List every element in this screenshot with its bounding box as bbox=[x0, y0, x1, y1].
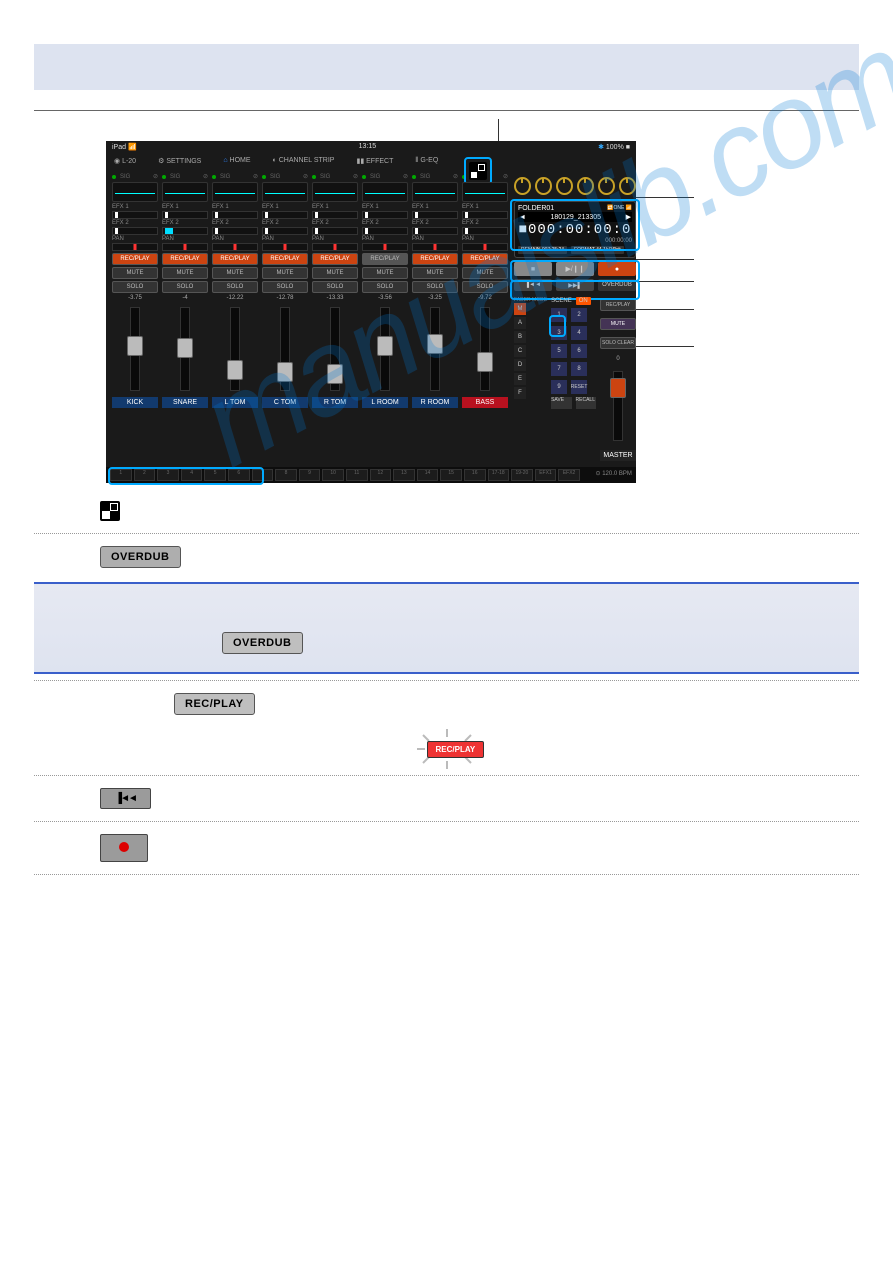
fadermode-m[interactable]: M bbox=[514, 303, 526, 315]
project-highlight bbox=[510, 199, 640, 251]
monitor-knob-b[interactable] bbox=[535, 177, 552, 195]
channel-4: SIG⊘ EFX 1 EFX 2 PAN REC/PLAY MUTE SOLO … bbox=[260, 171, 310, 465]
dotted-divider bbox=[34, 775, 859, 776]
pan[interactable] bbox=[112, 243, 158, 251]
status-bar: iPad 📶 13:15 ✱ 100% ■ bbox=[106, 141, 636, 153]
fadermode-c[interactable]: C bbox=[514, 345, 526, 357]
scene-5[interactable]: 5 bbox=[551, 344, 567, 358]
recplay-button-key: REC/PLAY bbox=[174, 693, 255, 715]
expand-icon bbox=[100, 501, 120, 521]
channel-6: SIG⊘ EFX 1 EFX 2 PAN REC/PLAY MUTE SOLO … bbox=[360, 171, 410, 465]
fadermode-buttons: M A B C D E F bbox=[514, 303, 547, 399]
section-divider bbox=[34, 110, 859, 111]
scene-9[interactable]: 9 bbox=[551, 380, 567, 394]
channel-7: SIG⊘ EFX 1 EFX 2 PAN REC/PLAY MUTE SOLO … bbox=[410, 171, 460, 465]
db-value: -3.75 bbox=[112, 295, 158, 301]
nav-effect[interactable]: ▮▮ EFFECT bbox=[356, 157, 393, 165]
bpm-label[interactable]: ⊙ 120.0 BPM bbox=[582, 469, 632, 481]
master-recplay[interactable]: REC/PLAY bbox=[600, 299, 636, 311]
monitor-knobs bbox=[514, 175, 636, 197]
callout-line bbox=[634, 197, 694, 198]
status-right: ✱ 100% ■ bbox=[598, 143, 630, 151]
monitor-knob-a[interactable] bbox=[514, 177, 531, 195]
master-soloclear[interactable]: SOLO CLEAR bbox=[600, 337, 636, 349]
monitor-knob-c[interactable] bbox=[556, 177, 573, 195]
fader[interactable] bbox=[177, 338, 193, 358]
navbar: ◉ L-20 ⚙ SETTINGS ⌂ HOME ◐ CHANNEL STRIP… bbox=[106, 153, 636, 169]
mute-button[interactable]: MUTE bbox=[112, 267, 158, 279]
scene-label: SCENE bbox=[551, 298, 572, 304]
fadermode-e[interactable]: E bbox=[514, 373, 526, 385]
screenshot-container: manualslib.com iPad 📶 13:15 ✱ 100% ■ ◉ L… bbox=[106, 141, 859, 483]
channel-5: SIG⊘ EFX 1 EFX 2 PAN REC/PLAY MUTE SOLO … bbox=[310, 171, 360, 465]
nav-channelstrip[interactable]: ◐ CHANNEL STRIP bbox=[273, 157, 335, 165]
top-note-bar bbox=[34, 44, 859, 90]
expand-button-highlight bbox=[464, 157, 492, 185]
recplay-button[interactable]: REC/PLAY bbox=[112, 253, 158, 265]
dotted-divider bbox=[34, 533, 859, 534]
fader[interactable] bbox=[427, 334, 443, 354]
recplay-flash-icon: REC/PLAY bbox=[413, 729, 481, 769]
master-db: 0 bbox=[600, 356, 636, 362]
scene-4[interactable]: 4 bbox=[571, 326, 587, 340]
channel-3: SIG⊘ EFX 1 EFX 2 PAN REC/PLAY MUTE SOLO … bbox=[210, 171, 260, 465]
channel-8: SIG⊘ EFX 1 EFX 2 PAN REC/PLAY MUTE SOLO … bbox=[460, 171, 510, 465]
monitor-knob-d[interactable] bbox=[577, 177, 594, 195]
dotted-divider bbox=[34, 680, 859, 681]
fadermode-d[interactable]: D bbox=[514, 359, 526, 371]
scene-highlight bbox=[549, 315, 566, 337]
callout-line bbox=[634, 346, 694, 347]
fader[interactable] bbox=[327, 364, 343, 384]
nav-home[interactable]: ⌂ HOME bbox=[223, 157, 250, 165]
channel-2: SIG⊘ EFX 1 EFX 2 PAN REC/PLAY MUTE SOLO … bbox=[160, 171, 210, 465]
nav-device[interactable]: ◉ L-20 bbox=[114, 157, 136, 165]
record-button-key bbox=[100, 834, 148, 862]
scene-8[interactable]: 8 bbox=[571, 362, 587, 376]
efx1-send[interactable] bbox=[112, 211, 158, 219]
scene-reset[interactable]: RESET bbox=[571, 380, 587, 394]
scene-6[interactable]: 6 bbox=[571, 344, 587, 358]
status-time: 13:15 bbox=[359, 143, 377, 151]
nav-settings[interactable]: ⚙ SETTINGS bbox=[158, 157, 201, 165]
overdub-button-key: OVERDUB bbox=[100, 546, 181, 568]
eq-button[interactable] bbox=[162, 182, 208, 202]
channel-label[interactable]: KICK bbox=[112, 397, 158, 408]
eq-button[interactable] bbox=[112, 182, 158, 202]
callout-line bbox=[634, 259, 694, 260]
monitor-knob-f[interactable] bbox=[619, 177, 636, 195]
fadermode-f[interactable]: F bbox=[514, 387, 526, 399]
dotted-divider bbox=[34, 821, 859, 822]
fader[interactable] bbox=[477, 352, 493, 372]
fader[interactable] bbox=[227, 360, 243, 380]
overdub-button-key: OVERDUB bbox=[222, 632, 303, 654]
note-box: OVERDUB bbox=[34, 582, 859, 674]
nav-geq[interactable]: ⦀ G-EQ bbox=[415, 157, 438, 165]
fader[interactable] bbox=[277, 362, 293, 382]
device-label: iPad 📶 bbox=[112, 143, 137, 151]
solo-button[interactable]: SOLO bbox=[112, 281, 158, 293]
scene-recall[interactable]: RECALL bbox=[576, 397, 596, 409]
rewind-button-key: ▐◄◄ bbox=[100, 788, 151, 809]
scene-save[interactable]: SAVE bbox=[551, 397, 571, 409]
channel-1: SIG⊘ EFX 1 EFX 2 PAN REC/PLAY MUTE SOLO … bbox=[110, 171, 160, 465]
fader[interactable] bbox=[127, 336, 143, 356]
master-mute[interactable]: MUTE bbox=[600, 318, 636, 330]
mixer-row: SIG⊘ EFX 1 EFX 2 PAN REC/PLAY MUTE SOLO … bbox=[106, 169, 636, 467]
fadermode-b[interactable]: B bbox=[514, 331, 526, 343]
scene-7[interactable]: 7 bbox=[551, 362, 567, 376]
callout-line bbox=[634, 309, 694, 310]
ipad-frame: iPad 📶 13:15 ✱ 100% ■ ◉ L-20 ⚙ SETTINGS … bbox=[106, 141, 636, 483]
channel-select-highlight bbox=[108, 467, 264, 485]
master-fader[interactable] bbox=[610, 378, 626, 398]
fadermode-a[interactable]: A bbox=[514, 317, 526, 329]
master-label: MASTER bbox=[600, 450, 636, 461]
dotted-divider bbox=[34, 874, 859, 875]
monitor-knob-e[interactable] bbox=[598, 177, 615, 195]
right-panel: FOLDER01 🔁ONE 📶 ◄ 180129_213305 ▶ ■000:0… bbox=[510, 171, 640, 465]
scene-2[interactable]: 2 bbox=[571, 308, 587, 322]
scene-on[interactable]: ON bbox=[576, 297, 591, 305]
fader[interactable] bbox=[377, 336, 393, 356]
efx2-send[interactable] bbox=[112, 227, 158, 235]
callout-line bbox=[634, 281, 694, 282]
